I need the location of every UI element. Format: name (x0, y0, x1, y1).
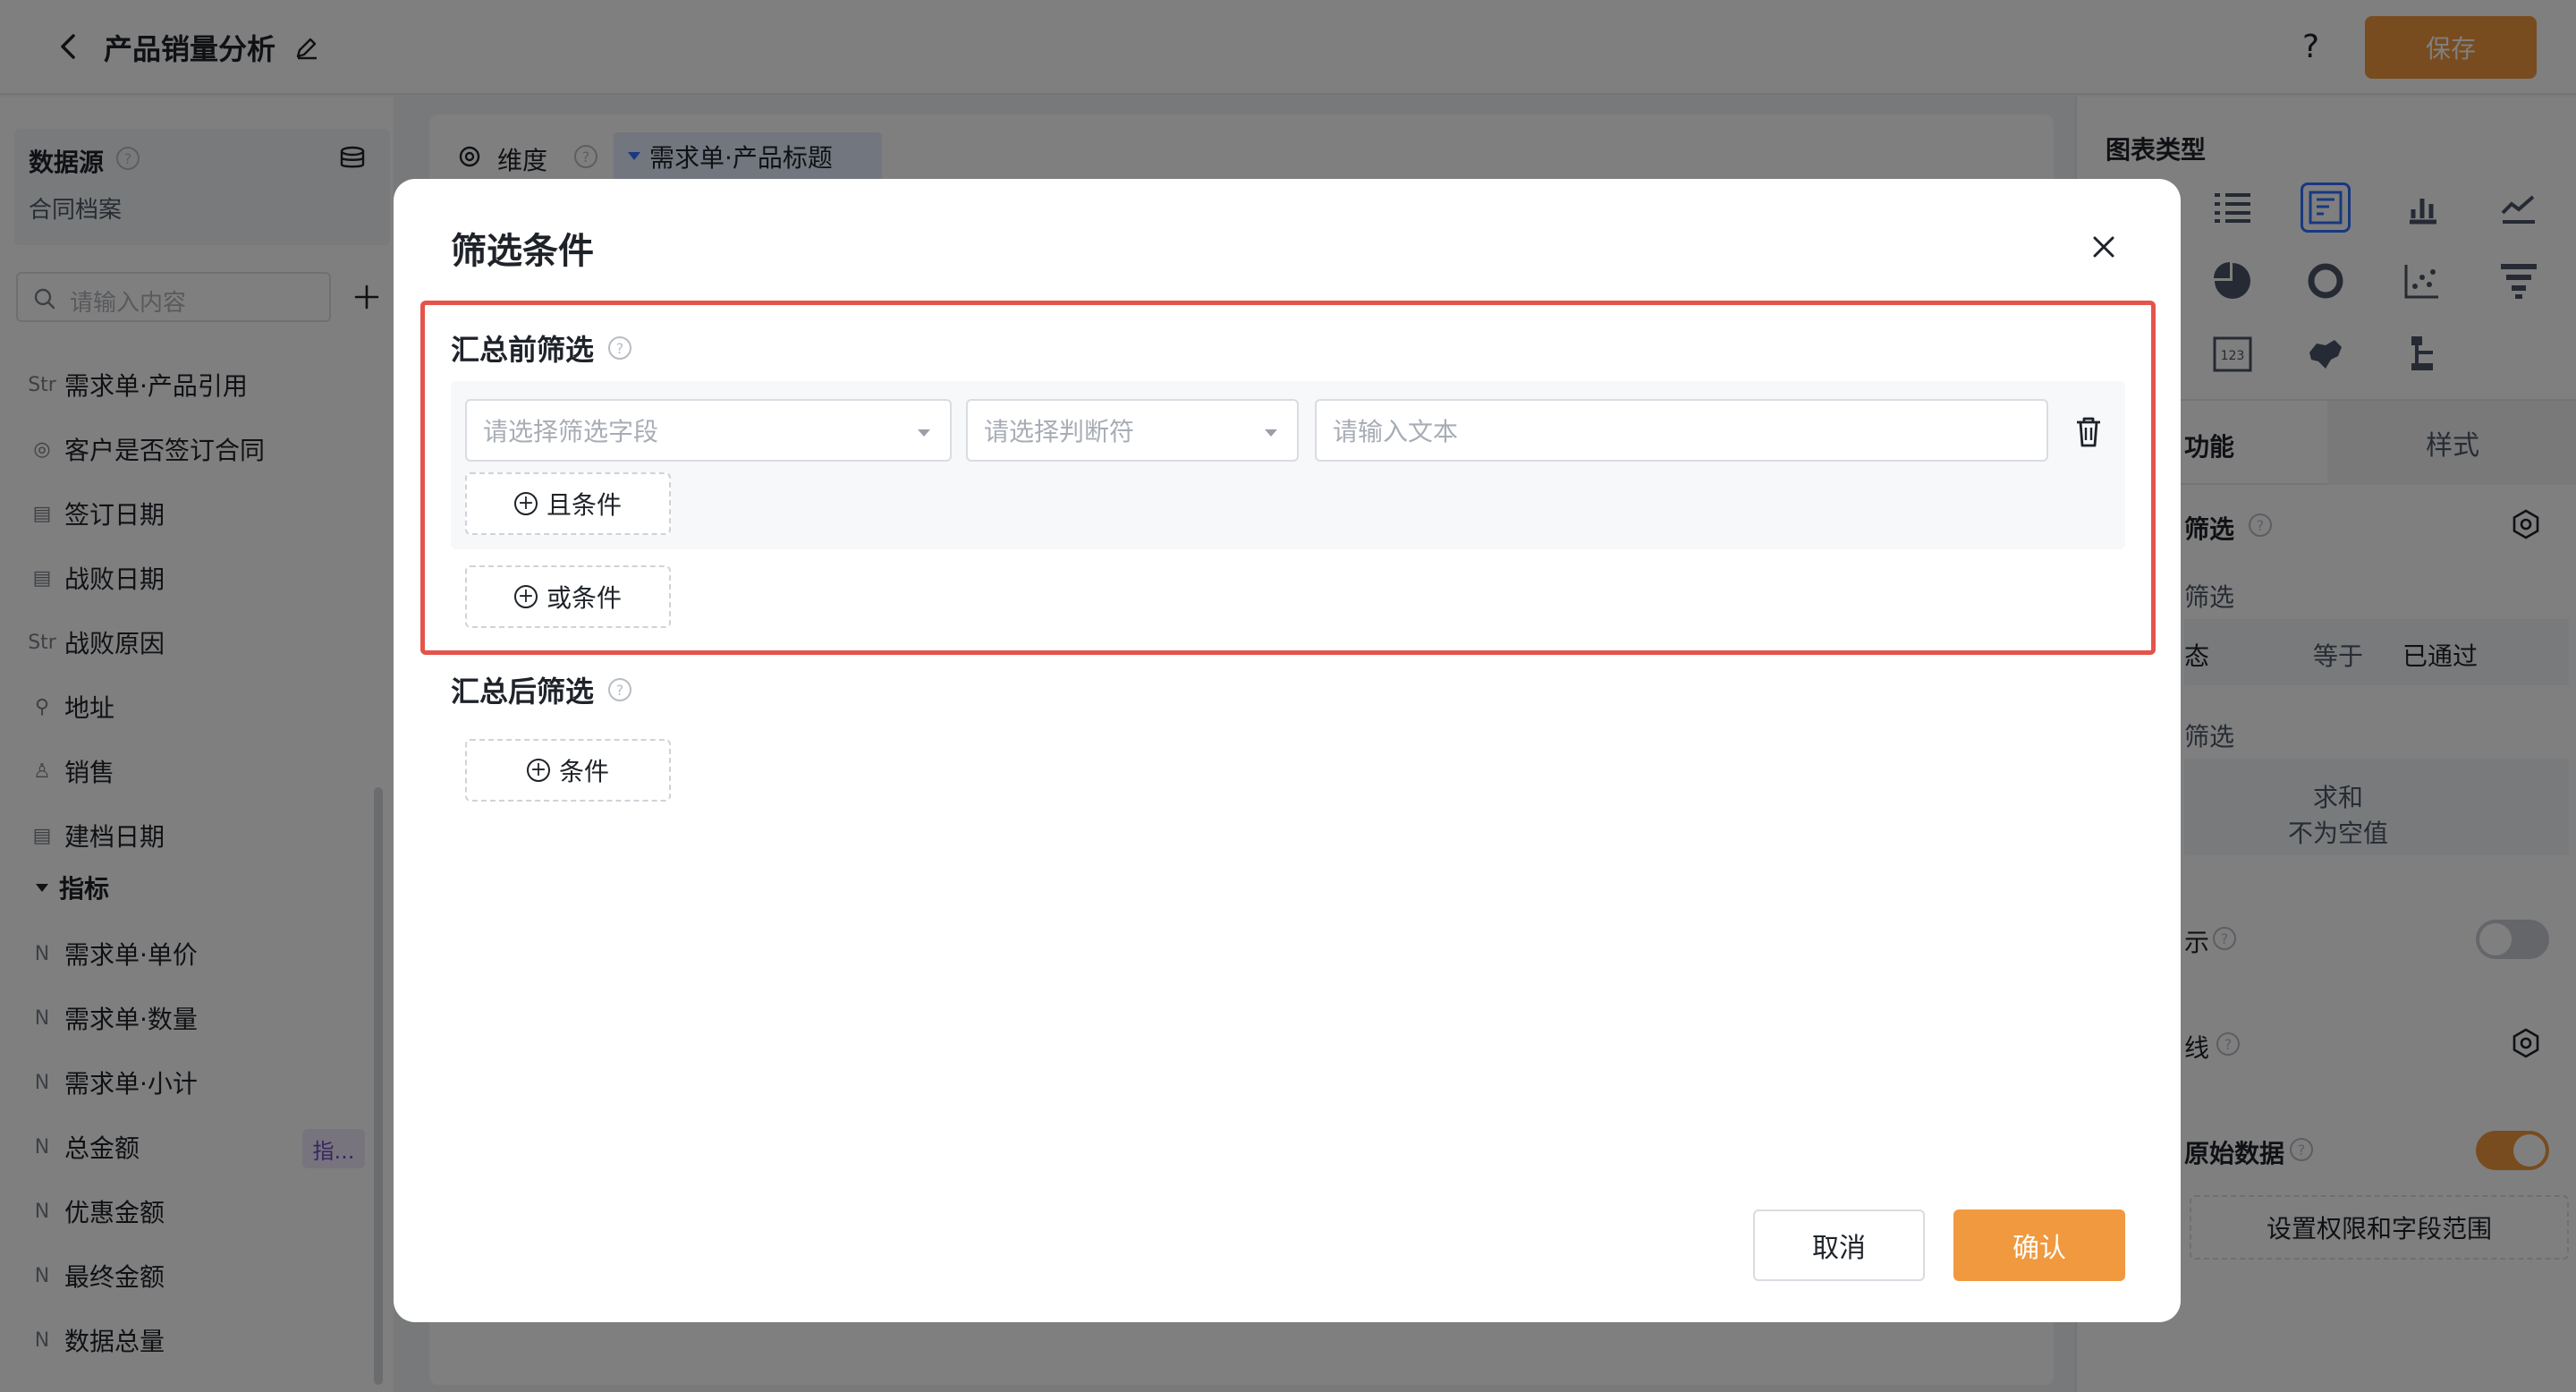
trash-icon[interactable] (2073, 415, 2104, 449)
operator-placeholder: 请选择判断符 (984, 417, 1135, 446)
close-icon[interactable] (2086, 229, 2122, 265)
and-condition-label: 且条件 (546, 490, 622, 520)
add-condition-button[interactable]: + 条件 (465, 739, 671, 802)
dialog-title: 筛选条件 (451, 231, 594, 272)
post-aggregation-title: 汇总后筛选? (451, 669, 632, 710)
pre-aggregation-help-icon[interactable]: ? (608, 336, 632, 360)
chevron-down-icon (1265, 429, 1277, 437)
add-or-condition-button[interactable]: + 或条件 (465, 565, 671, 628)
add-and-condition-button[interactable]: + 且条件 (465, 472, 671, 535)
chevron-down-icon (918, 429, 930, 437)
filter-value-input[interactable]: 请输入文本 (1315, 399, 2048, 462)
cancel-button[interactable]: 取消 (1753, 1210, 1925, 1281)
operator-select[interactable]: 请选择判断符 (966, 399, 1299, 462)
plus-circle-icon: + (526, 759, 550, 782)
post-aggregation-help-icon[interactable]: ? (608, 678, 632, 701)
pre-aggregation-title: 汇总前筛选? (451, 327, 632, 369)
filter-field-placeholder: 请选择筛选字段 (483, 417, 659, 446)
filter-value-placeholder: 请输入文本 (1333, 417, 1459, 446)
post-aggregation-label: 汇总后筛选 (451, 675, 595, 709)
pre-aggregation-label: 汇总前筛选 (451, 333, 595, 367)
condition-label: 条件 (558, 757, 609, 786)
or-condition-label: 或条件 (546, 583, 622, 613)
filter-field-select[interactable]: 请选择筛选字段 (465, 399, 952, 462)
plus-circle-icon: + (513, 585, 538, 608)
confirm-button[interactable]: 确认 (1953, 1210, 2125, 1281)
filter-dialog: 筛选条件 汇总前筛选? 请选择筛选字段 请选择判断符 请输入文本 + 且条件 + 或… (394, 179, 2181, 1322)
plus-circle-icon: + (513, 492, 538, 515)
